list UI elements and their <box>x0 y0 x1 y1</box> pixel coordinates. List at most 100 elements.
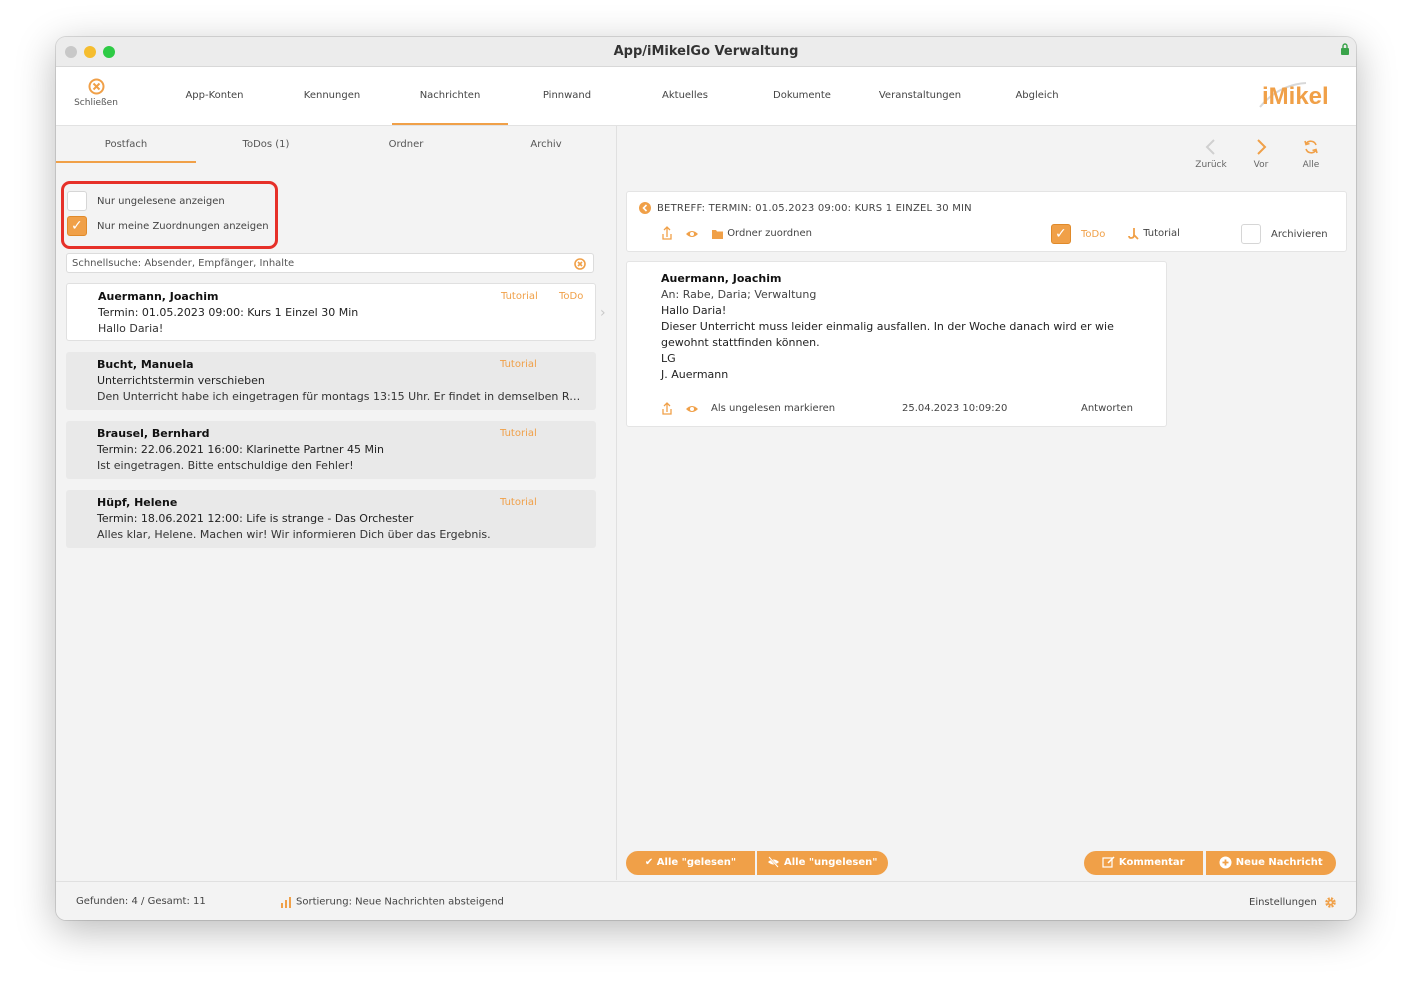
message-list-item[interactable]: Brausel, Bernhard Termin: 22.06.2021 16:… <box>66 421 596 479</box>
message-list-item[interactable]: Auermann, Joachim Termin: 01.05.2023 09:… <box>66 283 596 341</box>
filter-unread-row[interactable]: Nur ungelesene anzeigen <box>67 191 225 211</box>
tab-pinnwand[interactable]: Pinnwand <box>513 67 621 125</box>
todo-checkbox[interactable] <box>1051 224 1071 244</box>
message-body-line: LG <box>661 352 676 365</box>
message-tag-tutorial: Tutorial <box>500 497 537 508</box>
search-placeholder: Schnellsuche: Absender, Empfänger, Inhal… <box>72 258 295 269</box>
archive-label: Archivieren <box>1271 229 1328 240</box>
comment-button[interactable]: Kommentar <box>1084 851 1203 875</box>
arrow-back-circle-icon[interactable] <box>639 202 651 214</box>
subject-text: BETREFF: TERMIN: 01.05.2023 09:00: KURS … <box>657 203 972 214</box>
filter-mine-label: Nur meine Zuordnungen anzeigen <box>97 221 269 232</box>
refresh-all-label: Alle <box>1302 160 1320 170</box>
message-tag-tutorial: Tutorial <box>500 359 537 370</box>
message-tag-todo: ToDo <box>559 291 584 302</box>
close-button[interactable]: Schließen <box>68 78 124 108</box>
message-subject: Termin: 01.05.2023 09:00: Kurs 1 Einzel … <box>98 306 359 319</box>
gear-icon <box>1324 896 1337 909</box>
message-preview: Alles klar, Helene. Machen wir! Wir info… <box>97 528 491 541</box>
message-sender: Hüpf, Helene <box>97 496 178 509</box>
forward-label: Vor <box>1253 160 1269 170</box>
checkmark-icon: ✔ <box>644 857 654 868</box>
filter-mine-checkbox[interactable] <box>67 216 87 236</box>
message-body-line: Hallo Daria! <box>661 304 727 317</box>
todo-label: ToDo <box>1081 229 1106 240</box>
comment-label: Kommentar <box>1118 857 1185 868</box>
sort-button[interactable]: Sortierung: Neue Nachrichten absteigend <box>280 896 504 908</box>
imikel-logo: iMikel <box>1258 77 1338 113</box>
assign-folder-button[interactable]: Ordner zuordnen <box>711 224 812 244</box>
chevron-right-icon <box>1253 138 1269 156</box>
svg-text:iMikel: iMikel <box>1262 83 1329 110</box>
close-button-label: Schließen <box>74 98 118 108</box>
bar-chart-icon <box>280 896 292 908</box>
tab-app-konten[interactable]: App-Konten <box>161 67 268 125</box>
message-sender: Brausel, Bernhard <box>97 427 210 440</box>
mark-all-unread-label: Alle "ungelesen" <box>783 857 878 868</box>
eye-icon[interactable] <box>685 402 699 416</box>
settings-label: Einstellungen <box>1249 897 1317 908</box>
clear-search-icon[interactable] <box>574 258 586 270</box>
back-button[interactable]: Zurück <box>1191 138 1231 170</box>
settings-button[interactable]: Einstellungen <box>1249 896 1337 909</box>
subtab-ordner[interactable]: Ordner <box>336 126 476 163</box>
plus-circle-icon <box>1219 856 1232 869</box>
result-count: Gefunden: 4 / Gesamt: 11 <box>76 896 206 907</box>
mark-all-unread-button[interactable]: Alle "ungelesen" <box>757 851 888 875</box>
tab-aktuelles[interactable]: Aktuelles <box>631 67 739 125</box>
title-bar: App/iMikelGo Verwaltung <box>56 37 1356 67</box>
message-sender: Bucht, Manuela <box>97 358 194 371</box>
eye-slash-icon <box>767 856 780 868</box>
chevron-right-icon[interactable]: › <box>600 305 606 321</box>
todo-toggle[interactable]: ToDo <box>1051 224 1105 244</box>
message-tag-tutorial: Tutorial <box>500 428 537 439</box>
assign-folder-label: Ordner zuordnen <box>727 228 812 239</box>
filter-unread-checkbox[interactable] <box>67 191 87 211</box>
sort-label: Sortierung: Neue Nachrichten absteigend <box>296 896 504 908</box>
subject-card: BETREFF: TERMIN: 01.05.2023 09:00: KURS … <box>626 191 1347 252</box>
chevron-left-icon <box>1203 138 1219 156</box>
new-message-label: Neue Nachricht <box>1235 857 1323 868</box>
mark-all-read-button[interactable]: ✔ Alle "gelesen" <box>626 851 755 875</box>
message-body-line: J. Auermann <box>661 368 729 381</box>
tab-abgleich[interactable]: Abgleich <box>983 67 1091 125</box>
share-icon[interactable] <box>661 224 673 244</box>
close-circle-icon <box>88 78 105 95</box>
tab-veranstaltungen[interactable]: Veranstaltungen <box>866 67 974 125</box>
tab-kennungen[interactable]: Kennungen <box>278 67 386 125</box>
tab-nachrichten[interactable]: Nachrichten <box>392 67 508 125</box>
share-icon[interactable] <box>661 402 673 416</box>
new-message-button[interactable]: Neue Nachricht <box>1206 851 1336 875</box>
refresh-all-button[interactable]: Alle <box>1291 138 1331 170</box>
message-list-item[interactable]: Hüpf, Helene Termin: 18.06.2021 12:00: L… <box>66 490 596 548</box>
lock-icon <box>1340 43 1350 55</box>
mark-unread-button[interactable]: Als ungelesen markieren <box>711 402 835 416</box>
message-subject: Termin: 18.06.2021 12:00: Life is strang… <box>97 512 414 525</box>
message-body-line: Dieser Unterricht muss leider einmalig a… <box>661 320 1114 333</box>
reply-button[interactable]: Antworten <box>1081 402 1133 416</box>
tutorial-button[interactable]: Tutorial <box>1127 224 1180 244</box>
message-list-item[interactable]: Bucht, Manuela Unterrichtstermin verschi… <box>66 352 596 410</box>
tab-dokumente[interactable]: Dokumente <box>748 67 856 125</box>
app-window: App/iMikelGo Verwaltung Schließen App-Ko… <box>56 37 1356 920</box>
message-body-line: gewohnt stattfinden können. <box>661 336 820 349</box>
message-subject: Termin: 22.06.2021 16:00: Klarinette Par… <box>97 443 384 456</box>
main-toolbar: Schließen App-Konten Kennungen Nachricht… <box>56 67 1356 126</box>
filter-mine-row[interactable]: Nur meine Zuordnungen anzeigen <box>67 216 269 236</box>
subject-line: BETREFF: TERMIN: 01.05.2023 09:00: KURS … <box>639 202 972 214</box>
eye-icon[interactable] <box>685 224 699 244</box>
subtab-todos[interactable]: ToDos (1) <box>196 126 336 163</box>
subtab-archiv[interactable]: Archiv <box>476 126 616 163</box>
message-recipients: An: Rabe, Daria; Verwaltung <box>661 288 817 301</box>
message-preview: Ist eingetragen. Bitte entschuldige den … <box>97 459 354 472</box>
subtab-postfach[interactable]: Postfach <box>56 126 196 163</box>
status-bar: Gefunden: 4 / Gesamt: 11 Sortierung: Neu… <box>56 881 1356 920</box>
message-preview: Hallo Daria! <box>98 322 164 335</box>
message-sender: Auermann, Joachim <box>661 272 782 285</box>
search-input[interactable]: Schnellsuche: Absender, Empfänger, Inhal… <box>66 253 594 273</box>
archive-checkbox[interactable] <box>1241 224 1261 244</box>
forward-button[interactable]: Vor <box>1241 138 1281 170</box>
edit-icon <box>1102 856 1115 868</box>
mailbox-pane: Postfach ToDos (1) Ordner Archiv Nur ung… <box>56 126 617 880</box>
archive-toggle[interactable]: Archivieren <box>1241 224 1328 244</box>
